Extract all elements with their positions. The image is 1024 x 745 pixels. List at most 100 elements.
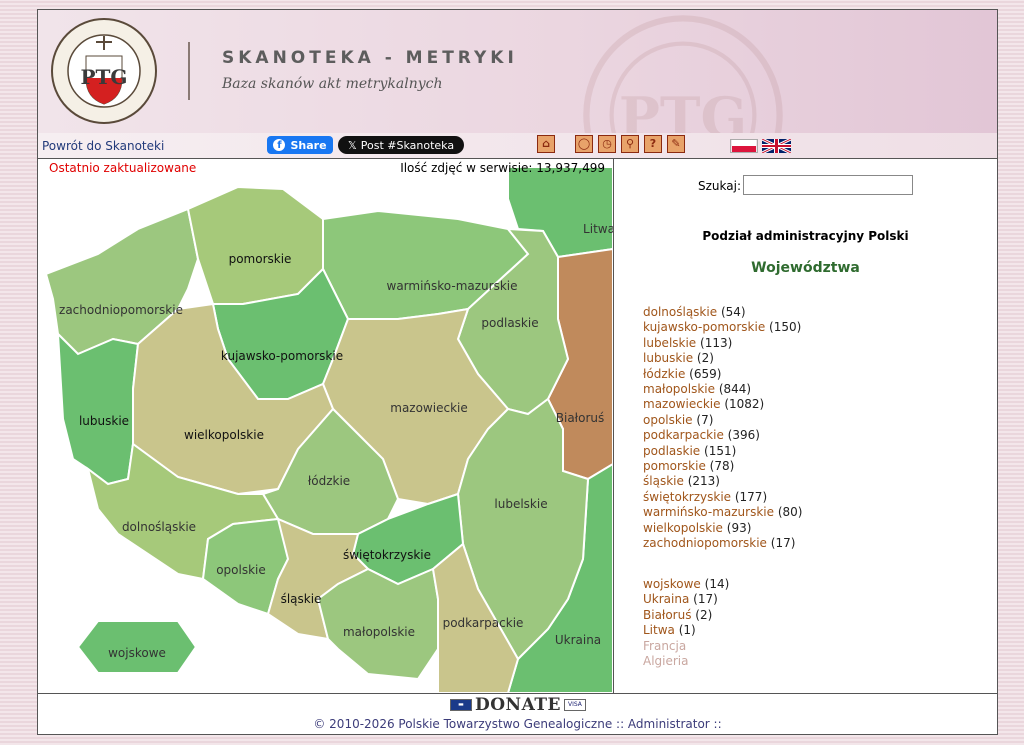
record-count: (54) (720, 305, 746, 319)
voivodeship-link[interactable]: opolskie (643, 413, 693, 427)
region-pomorskie[interactable] (186, 185, 324, 305)
list-item: zachodniopomorskie (17) (643, 536, 802, 551)
voivodeship-link[interactable]: pomorskie (643, 459, 706, 473)
polish-flag-icon[interactable] (730, 139, 758, 153)
help-icon[interactable]: ? (644, 135, 662, 153)
admin-division-title: Podział administracyjny Polski (702, 229, 909, 243)
label-wojskowe: wojskowe (108, 646, 166, 660)
area-link[interactable]: Litwa (643, 623, 675, 637)
other-areas-list: wojskowe (14) Ukraina (17) Białoruś (2) … (643, 577, 729, 669)
voivodeship-link[interactable]: wielkopolskie (643, 521, 723, 535)
voivodeship-link[interactable]: śląskie (643, 474, 684, 488)
edit-icon[interactable]: ✎ (667, 135, 685, 153)
record-count: (14) (704, 577, 730, 591)
voivodeship-link[interactable]: świętokrzyskie (643, 490, 731, 504)
ptg-logo-icon[interactable]: PTG (50, 16, 158, 126)
label-pomorskie: pomorskie (229, 252, 292, 266)
voivodeship-link[interactable]: małopolskie (643, 382, 715, 396)
label-warminsko-mazurskie: warmińsko-mazurskie (387, 279, 518, 293)
label-ukraina: Ukraina (555, 633, 601, 647)
area-link-disabled: Algieria (643, 654, 689, 669)
voivodeships-title: Województwa (751, 260, 860, 276)
voivodeship-link[interactable]: podlaskie (643, 444, 700, 458)
label-bialorus: Białoruś (556, 411, 604, 425)
record-count: (177) (734, 489, 768, 504)
list-item: kujawsko-pomorskie (150) (643, 320, 802, 335)
voivodeship-link[interactable]: kujawsko-pomorskie (643, 320, 765, 334)
area-link[interactable]: Białoruś (643, 608, 691, 622)
toolbar: Powrót do Skanoteki f Share 𝕏 Post #Skan… (38, 133, 997, 159)
site-header: PTG PTG SKANOTEKA - METRYKI Baza skanów … (38, 10, 997, 134)
record-count: (93) (726, 520, 752, 535)
site-subtitle: Baza skanów akt metrykalnych (222, 76, 443, 92)
site-title: SKANOTEKA - METRYKI (222, 48, 518, 68)
record-count: (2) (696, 351, 714, 366)
label-lubuskie: lubuskie (79, 414, 129, 428)
facebook-share-button[interactable]: f Share (267, 136, 333, 154)
x-post-button[interactable]: 𝕏 Post #Skanoteka (338, 136, 464, 154)
header-divider (188, 42, 190, 100)
page-frame: PTG PTG SKANOTEKA - METRYKI Baza skanów … (37, 9, 998, 735)
list-item: lubelskie (113) (643, 336, 802, 351)
list-item: śląskie (213) (643, 474, 802, 489)
voivodeship-link[interactable]: warmińsko-mazurskie (643, 505, 774, 519)
list-item: Litwa (1) (643, 623, 729, 638)
region-malopolskie[interactable] (316, 567, 439, 681)
search-input[interactable] (743, 175, 913, 195)
english-flag-icon[interactable] (762, 139, 791, 153)
record-count: (2) (695, 607, 713, 622)
record-count: (78) (709, 459, 735, 474)
record-count: (80) (777, 505, 803, 520)
region-lubuskie[interactable] (56, 331, 140, 486)
search-icon[interactable]: ⚲ (621, 135, 639, 153)
voivodeship-link[interactable]: dolnośląskie (643, 305, 717, 319)
list-item: pomorskie (78) (643, 459, 802, 474)
facebook-share-label: Share (290, 138, 327, 152)
voivodeship-link[interactable]: podkarpackie (643, 428, 724, 442)
list-item: podkarpackie (396) (643, 428, 802, 443)
record-count: (1082) (724, 397, 765, 412)
label-slaskie: śląskie (281, 592, 322, 606)
donate-button[interactable]: ▬ DONATE VISA (450, 695, 586, 715)
list-item: dolnośląskie (54) (643, 305, 802, 320)
voivodeship-link[interactable]: lubuskie (643, 351, 693, 365)
x-post-label: Post #Skanoteka (360, 138, 455, 152)
record-count: (213) (687, 474, 720, 489)
poland-map: Litwa pomorskie warmińsko-mazurskie zach… (44, 166, 613, 693)
list-item: małopolskie (844) (643, 382, 802, 397)
area-link[interactable]: Ukraina (643, 592, 689, 606)
map-panel: Litwa pomorskie warmińsko-mazurskie zach… (38, 159, 613, 693)
footer-divider (38, 693, 997, 694)
svg-text:PTG: PTG (80, 65, 127, 89)
label-lodzkie: łódzkie (308, 474, 350, 488)
label-dolnoslaskie: dolnośląskie (122, 520, 196, 534)
voivodeship-link[interactable]: lubelskie (643, 336, 696, 350)
home-icon[interactable]: ⌂ (537, 135, 555, 153)
back-to-skanoteka-link[interactable]: Powrót do Skanoteki (42, 139, 164, 153)
donate-label: DONATE (475, 695, 561, 715)
label-swietokrzyskie: świętokrzyskie (343, 548, 431, 562)
list-item: wielkopolskie (93) (643, 521, 802, 536)
record-count: (844) (718, 382, 752, 397)
list-item: Ukraina (17) (643, 592, 729, 607)
globe-icon[interactable]: ◯ (575, 135, 593, 153)
label-opolskie: opolskie (216, 563, 266, 577)
voivodeship-link[interactable]: zachodniopomorskie (643, 536, 767, 550)
area-link[interactable]: wojskowe (643, 577, 701, 591)
record-count: (396) (727, 428, 760, 443)
list-item: lubuskie (2) (643, 351, 802, 366)
list-item: wojskowe (14) (643, 577, 729, 592)
list-item: Algieria (643, 654, 729, 669)
list-item: mazowieckie (1082) (643, 397, 802, 412)
photo-count: Ilość zdjęć w serwisie: 13,937,499 (400, 161, 605, 175)
visa-icon: VISA (563, 699, 586, 711)
record-count: (1) (678, 623, 696, 638)
svg-text:PTG: PTG (619, 85, 747, 134)
label-litwa: Litwa (583, 222, 613, 236)
recently-updated-link[interactable]: Ostatnio zaktualizowane (49, 161, 196, 175)
label-podlaskie: podlaskie (481, 316, 538, 330)
clock-icon[interactable]: ◷ (598, 135, 616, 153)
voivodeship-list: dolnośląskie (54) kujawsko-pomorskie (15… (643, 305, 802, 552)
voivodeship-link[interactable]: mazowieckie (643, 397, 720, 411)
voivodeship-link[interactable]: łódzkie (643, 367, 685, 381)
